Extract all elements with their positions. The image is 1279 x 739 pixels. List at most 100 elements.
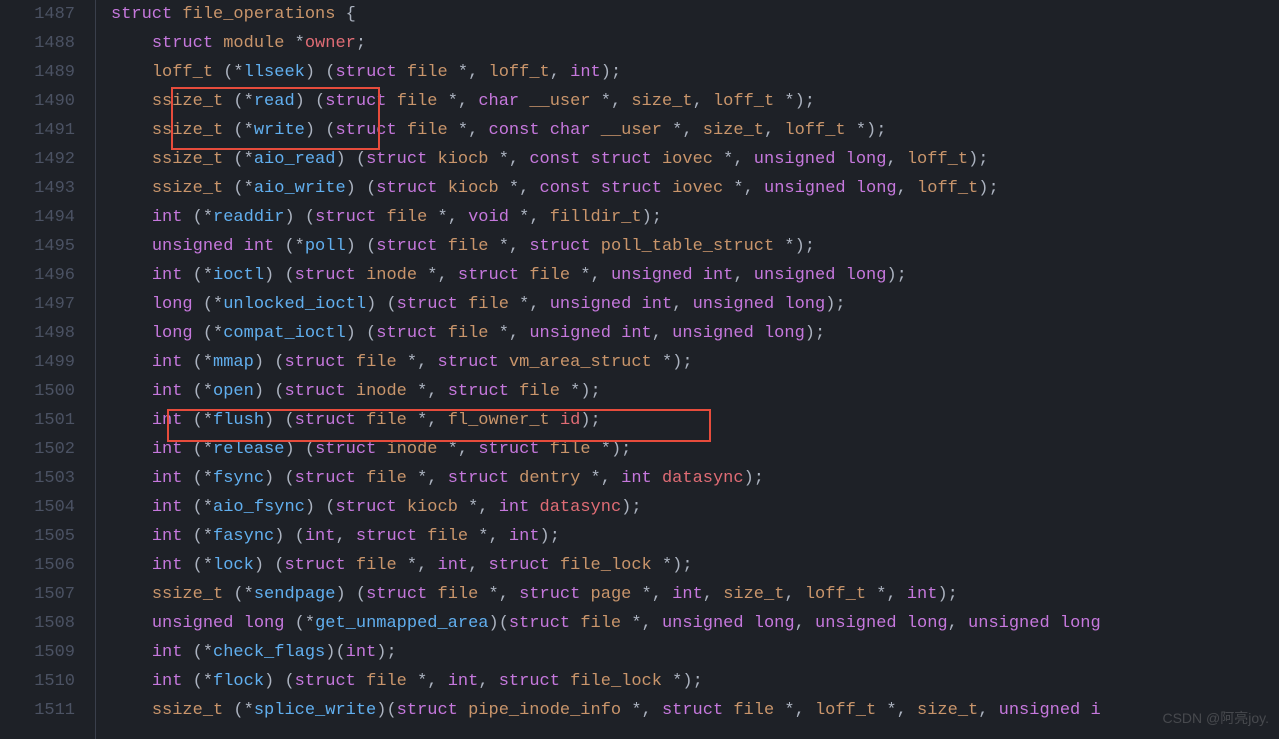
code-token: file — [580, 614, 621, 633]
code-token: page — [591, 585, 632, 604]
code-token: inode — [356, 382, 407, 401]
code-token — [111, 150, 152, 169]
code-token: __user — [601, 121, 662, 140]
code-token — [611, 324, 621, 343]
code-token: (* — [182, 556, 213, 575]
code-token: int — [907, 585, 938, 604]
code-token: long — [856, 179, 897, 198]
code-token: int — [642, 295, 673, 314]
code-editor[interactable]: 1487148814891490149114921493149414951496… — [0, 0, 1279, 739]
code-token: aio_read — [254, 150, 336, 169]
code-line[interactable]: struct file_operations { — [111, 0, 1279, 29]
code-line[interactable]: ssize_t (*sendpage) (struct file *, stru… — [111, 580, 1279, 609]
code-token: ) ( — [264, 411, 295, 430]
code-token — [111, 556, 152, 575]
code-token: sendpage — [254, 585, 336, 604]
code-token: int — [570, 63, 601, 82]
code-token: struct — [295, 672, 356, 691]
code-token: splice_write — [254, 701, 376, 720]
code-token — [111, 295, 152, 314]
code-token: size_t — [723, 585, 784, 604]
code-token: file — [529, 266, 570, 285]
code-line[interactable]: int (*ioctl) (struct inode *, struct fil… — [111, 261, 1279, 290]
code-line[interactable]: loff_t (*llseek) (struct file *, loff_t,… — [111, 58, 1279, 87]
code-token — [233, 237, 243, 256]
code-token — [540, 121, 550, 140]
code-token — [397, 498, 407, 517]
code-token: ) ( — [254, 353, 285, 372]
line-number: 1507 — [0, 580, 75, 609]
code-token: ); — [621, 498, 641, 517]
code-token: file — [519, 382, 560, 401]
code-line[interactable]: int (*fasync) (int, struct file *, int); — [111, 522, 1279, 551]
code-token: unsigned — [611, 266, 693, 285]
code-token: i — [1090, 701, 1100, 720]
code-token — [427, 585, 437, 604]
code-token — [427, 150, 437, 169]
code-token: unsigned — [550, 295, 632, 314]
code-token: ); — [978, 179, 998, 198]
code-token: file — [438, 585, 479, 604]
code-line[interactable]: int (*release) (struct inode *, struct f… — [111, 435, 1279, 464]
code-line[interactable]: ssize_t (*write) (struct file *, const c… — [111, 116, 1279, 145]
code-line[interactable]: struct module *owner; — [111, 29, 1279, 58]
code-line[interactable]: int (*open) (struct inode *, struct file… — [111, 377, 1279, 406]
code-token: ); — [580, 411, 600, 430]
code-token — [111, 237, 152, 256]
code-line[interactable]: unsigned int (*poll) (struct file *, str… — [111, 232, 1279, 261]
code-token: *, — [774, 701, 815, 720]
code-token: flush — [213, 411, 264, 430]
code-token: ) ( — [335, 150, 366, 169]
code-token: *, — [489, 324, 530, 343]
code-token: struct — [295, 411, 356, 430]
code-token — [213, 34, 223, 53]
code-token: struct — [366, 150, 427, 169]
code-line[interactable]: ssize_t (*splice_write)(struct pipe_inod… — [111, 696, 1279, 725]
code-token: *, — [876, 701, 917, 720]
code-token: ) ( — [346, 324, 377, 343]
code-token: long — [764, 324, 805, 343]
code-token: loff_t — [152, 63, 213, 82]
code-line[interactable]: int (*check_flags)(int); — [111, 638, 1279, 667]
code-line[interactable]: long (*unlocked_ioctl) (struct file *, u… — [111, 290, 1279, 319]
code-token: file — [550, 440, 591, 459]
code-token: )( — [376, 701, 396, 720]
code-token: file_operations — [182, 5, 335, 24]
code-line[interactable]: int (*mmap) (struct file *, struct vm_ar… — [111, 348, 1279, 377]
code-line[interactable]: long (*compat_ioctl) (struct file *, uns… — [111, 319, 1279, 348]
code-token — [631, 295, 641, 314]
code-line[interactable]: int (*fsync) (struct file *, struct dent… — [111, 464, 1279, 493]
code-token — [397, 121, 407, 140]
code-token — [1050, 614, 1060, 633]
code-token: int — [152, 556, 183, 575]
code-token — [356, 411, 366, 430]
code-token: ); — [937, 585, 957, 604]
code-token: (* — [182, 498, 213, 517]
code-token: mmap — [213, 353, 254, 372]
code-token — [509, 382, 519, 401]
code-line[interactable]: int (*lock) (struct file *, int, struct … — [111, 551, 1279, 580]
code-token: *); — [774, 237, 815, 256]
code-token: pipe_inode_info — [468, 701, 621, 720]
code-line[interactable]: ssize_t (*aio_write) (struct kiocb *, co… — [111, 174, 1279, 203]
code-token: struct — [509, 614, 570, 633]
code-token — [172, 5, 182, 24]
code-area[interactable]: struct file_operations { struct module *… — [111, 0, 1279, 739]
code-token: *, — [866, 585, 907, 604]
code-line[interactable]: unsigned long (*get_unmapped_area)(struc… — [111, 609, 1279, 638]
code-line[interactable]: int (*flock) (struct file *, int, struct… — [111, 667, 1279, 696]
line-number: 1501 — [0, 406, 75, 435]
code-token: inode — [386, 440, 437, 459]
code-line[interactable]: ssize_t (*aio_read) (struct kiocb *, con… — [111, 145, 1279, 174]
code-token: struct — [448, 469, 509, 488]
code-token: loff_t — [489, 63, 550, 82]
code-token: ) ( — [264, 672, 295, 691]
code-token: struct — [284, 382, 345, 401]
code-line[interactable]: int (*readdir) (struct file *, void *, f… — [111, 203, 1279, 232]
code-token: int — [621, 469, 652, 488]
code-line[interactable]: ssize_t (*read) (struct file *, char __u… — [111, 87, 1279, 116]
code-line[interactable]: int (*flush) (struct file *, fl_owner_t … — [111, 406, 1279, 435]
code-line[interactable]: int (*aio_fsync) (struct kiocb *, int da… — [111, 493, 1279, 522]
code-token: unsigned — [152, 614, 234, 633]
line-number: 1499 — [0, 348, 75, 377]
